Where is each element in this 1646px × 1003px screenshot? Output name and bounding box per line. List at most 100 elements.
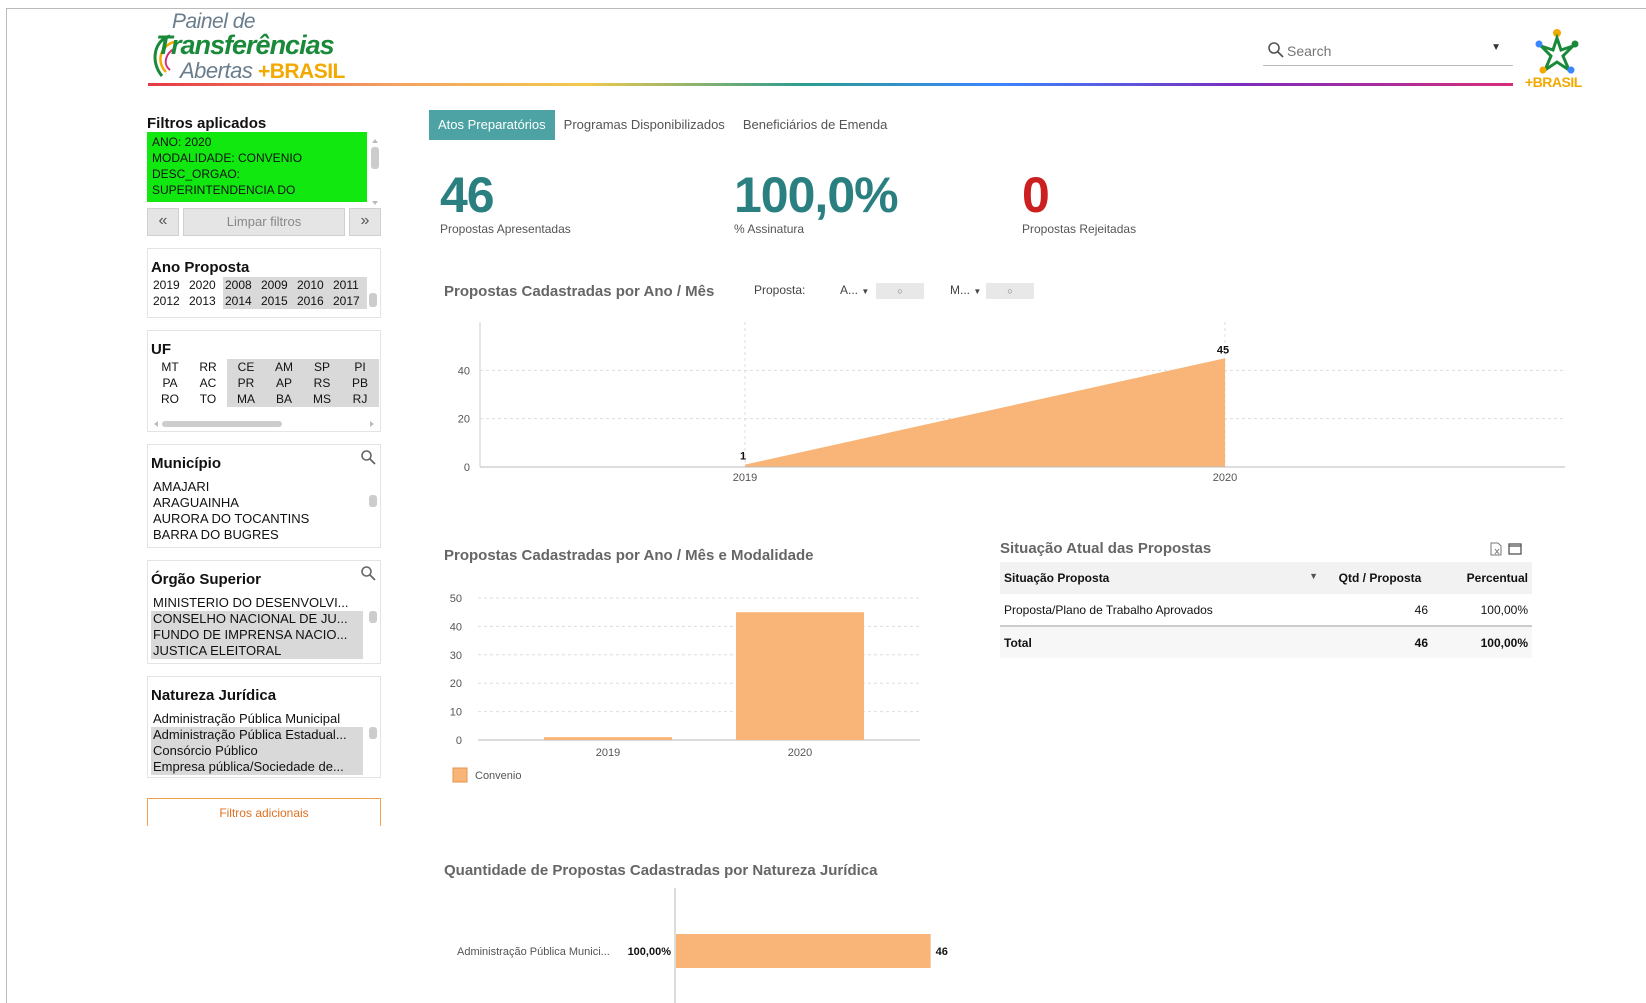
municipio-option[interactable]: ARAGUAINHA	[151, 495, 363, 511]
uf-option[interactable]: MA	[227, 391, 265, 407]
year-option[interactable]: 2009	[259, 277, 295, 293]
app-logo[interactable]: Painel de Transferências Abertas +BRASIL	[148, 10, 358, 84]
municipio-scrollbar[interactable]	[368, 485, 378, 541]
col-situacao-header[interactable]: Situação Proposta ▼	[1000, 562, 1328, 594]
chart1-select-mes-box[interactable]: ○	[986, 283, 1034, 299]
uf-option[interactable]: PB	[341, 375, 379, 391]
uf-option[interactable]: RS	[303, 375, 341, 391]
uf-option[interactable]: MS	[303, 391, 341, 407]
year-option[interactable]: 2015	[259, 293, 295, 309]
year-option[interactable]: 2016	[295, 293, 331, 309]
fullscreen-icon[interactable]	[1508, 542, 1522, 556]
year-option[interactable]: 2011	[331, 277, 367, 293]
uf-option[interactable]: RR	[189, 359, 227, 375]
additional-filters-button[interactable]: Filtros adicionais	[147, 798, 381, 826]
y-tick-label: 20	[450, 678, 462, 690]
tab-atos-preparatorios[interactable]: Atos Preparatórios	[429, 110, 555, 140]
data-label: 45	[1217, 344, 1229, 356]
applied-filter-item: ANO: 2020	[152, 135, 212, 149]
uf-option[interactable]: PR	[227, 375, 265, 391]
search-input[interactable]	[1287, 40, 1487, 62]
chart3-title: Quantidade de Propostas Cadastradas por …	[444, 862, 878, 879]
next-filter-button[interactable]: »	[349, 208, 381, 236]
natureza-scrollbar[interactable]	[368, 717, 378, 773]
table-row[interactable]: Proposta/Plano de Trabalho Aprovados 46 …	[1000, 594, 1532, 626]
natureza-option[interactable]: Consórcio Público	[151, 743, 363, 759]
applied-filter-item: DESC_ORGAO:	[152, 167, 241, 181]
municipio-search-icon[interactable]	[360, 449, 376, 465]
tab-beneficiarios-emenda[interactable]: Beneficiários de Emenda	[734, 110, 897, 140]
search-dropdown-icon[interactable]: ▼	[1491, 42, 1501, 53]
applied-filters-scrollbar[interactable]	[369, 137, 381, 207]
kpi-label: Propostas Apresentadas	[440, 222, 571, 236]
kpi-value: 46	[440, 167, 495, 223]
year-option[interactable]: 2019	[151, 277, 187, 293]
orgao-option[interactable]: CONSELHO NACIONAL DE JU...	[151, 611, 363, 627]
col-percentual-header[interactable]: Percentual	[1432, 562, 1532, 594]
orgao-option[interactable]: JUSTICA ELEITORAL	[151, 643, 363, 659]
col-qtd-header[interactable]: Qtd / Proposta	[1328, 562, 1432, 594]
logo-line3-text: Abertas	[180, 58, 253, 83]
uf-hscrollbar[interactable]	[152, 419, 378, 429]
uf-title: UF	[151, 341, 171, 358]
municipio-option[interactable]: BARRA DO BUGRES	[151, 527, 363, 543]
category-pct-label: 100,00%	[628, 946, 672, 958]
natureza-option[interactable]: Empresa pública/Sociedade de...	[151, 759, 363, 775]
sort-dropdown-icon[interactable]: ▼	[1309, 571, 1318, 581]
year-option[interactable]: 2020	[187, 277, 223, 293]
tab-programas-disponibilizados[interactable]: Programas Disponibilizados	[555, 110, 734, 140]
orgao-scrollbar[interactable]	[368, 601, 378, 657]
year-option[interactable]: 2017	[331, 293, 367, 309]
uf-option[interactable]: AC	[189, 375, 227, 391]
natureza-option[interactable]: Administração Pública Municipal	[151, 711, 363, 727]
orgao-search-icon[interactable]	[360, 565, 376, 581]
uf-option[interactable]: PA	[151, 375, 189, 391]
clear-filters-button[interactable]: Limpar filtros	[183, 208, 345, 236]
orgao-option[interactable]: MINISTERIO DO DESENVOLVI...	[151, 595, 363, 611]
uf-option[interactable]: TO	[189, 391, 227, 407]
logo-line2: Transferências	[156, 30, 335, 60]
municipio-option[interactable]: AURORA DO TOCANTINS	[151, 511, 363, 527]
uf-option[interactable]: SP	[303, 359, 341, 375]
natureza-option[interactable]: Administração Pública Estadual...	[151, 727, 363, 743]
municipio-option[interactable]: AMAJARI	[151, 479, 363, 495]
orgao-option[interactable]: FUNDO DE IMPRENSA NACIO...	[151, 627, 363, 643]
year-option[interactable]: 2008	[223, 277, 259, 293]
logo-line3: Abertas +BRASIL	[180, 58, 345, 84]
y-tick-label: 0	[456, 735, 462, 747]
search-box[interactable]: ▼	[1263, 36, 1513, 66]
x-tick-label: 2019	[596, 747, 620, 759]
bar	[676, 934, 931, 968]
orgao-list: MINISTERIO DO DESENVOLVI... CONSELHO NACI…	[151, 595, 363, 659]
applied-filters-list[interactable]: ANO: 2020 MODALIDADE: CONVENIO DESC_ORGA…	[147, 132, 367, 202]
chart-bar-modalidade: 0 10 20 30 40 50 2019 2020 Convenio	[450, 593, 920, 783]
cell-total-label: Total	[1000, 625, 1328, 658]
year-option[interactable]: 2014	[223, 293, 259, 309]
col-situacao-label: Situação Proposta	[1004, 571, 1110, 585]
chart1-select-mes[interactable]: M... ▼	[950, 283, 981, 297]
chart-area-ano-mes: 0 20 40 2019 1 2020 45	[458, 322, 1565, 484]
x-tick-label: 2019	[733, 472, 757, 484]
chart1-select-ano[interactable]: A... ▼	[840, 283, 869, 297]
year-option[interactable]: 2010	[295, 277, 331, 293]
export-excel-icon[interactable]	[1489, 542, 1503, 556]
cell-total-qtd: 46	[1328, 625, 1432, 658]
prev-filter-button[interactable]: «	[147, 208, 179, 236]
chart1-select-ano-box[interactable]: ○	[876, 283, 924, 299]
uf-option[interactable]: CE	[227, 359, 265, 375]
chart1-filter-label: Proposta:	[754, 283, 806, 297]
situacao-title: Situação Atual das Propostas	[1000, 540, 1212, 557]
uf-option[interactable]: RJ	[341, 391, 379, 407]
natureza-filter: Natureza Jurídica Administração Pública …	[147, 676, 381, 778]
uf-option[interactable]: RO	[151, 391, 189, 407]
year-option[interactable]: 2013	[187, 293, 223, 309]
year-scrollbar[interactable]	[368, 285, 378, 311]
uf-option[interactable]: PI	[341, 359, 379, 375]
year-option[interactable]: 2012	[151, 293, 187, 309]
uf-option[interactable]: BA	[265, 391, 303, 407]
uf-option[interactable]: MT	[151, 359, 189, 375]
uf-option[interactable]: AM	[265, 359, 303, 375]
y-tick-label: 40	[450, 621, 462, 633]
uf-option[interactable]: AP	[265, 375, 303, 391]
y-tick-label: 10	[450, 707, 462, 719]
